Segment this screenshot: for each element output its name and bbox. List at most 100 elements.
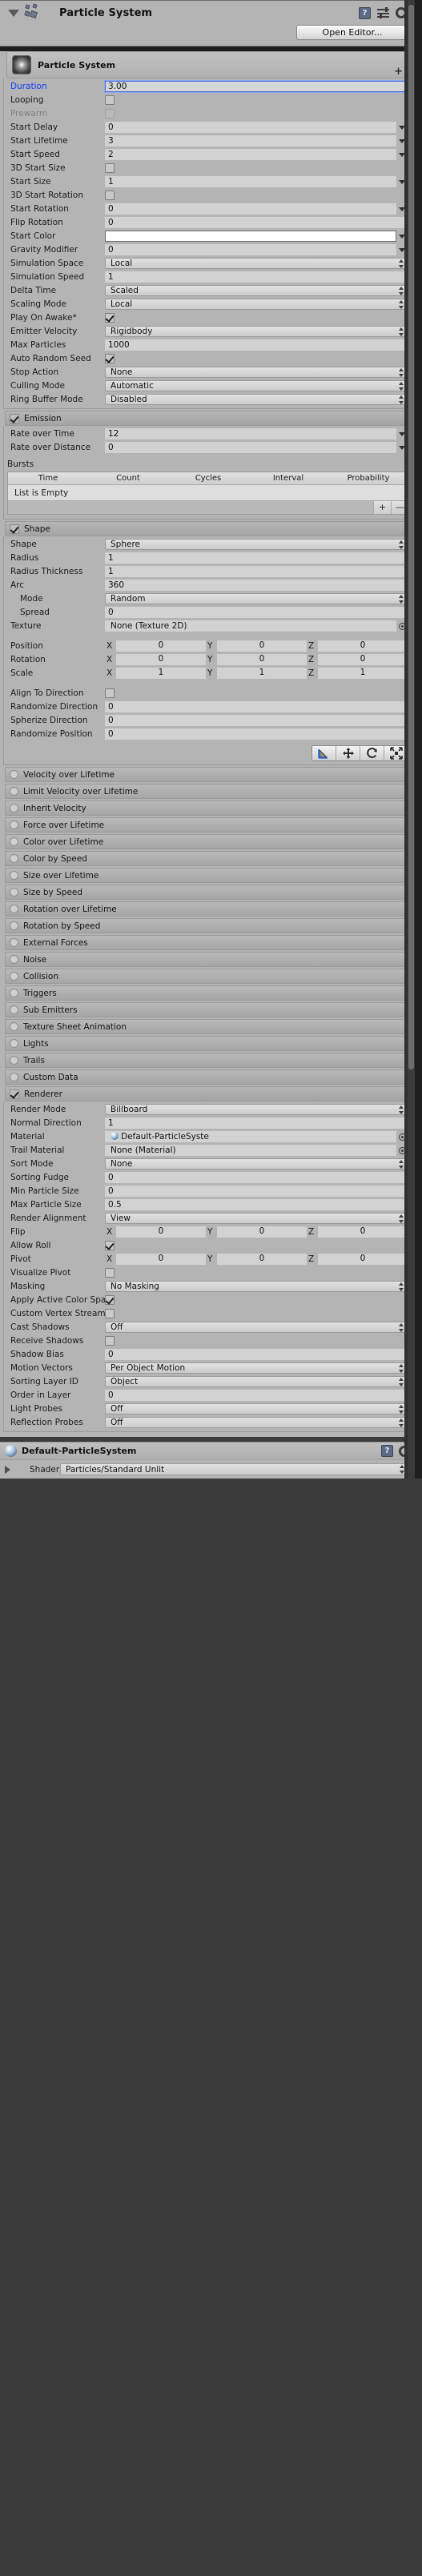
main-module-header[interactable]: Particle System +: [6, 51, 410, 78]
module-toggle-color-by-speed[interactable]: [10, 854, 18, 863]
shader-dropdown[interactable]: Particles/Standard Unlit: [60, 1463, 408, 1475]
checkbox-auto-random-seed[interactable]: [105, 354, 115, 363]
module-header-velocity-over-lifetime[interactable]: Velocity over Lifetime: [5, 767, 410, 782]
checkbox-looping[interactable]: [105, 95, 115, 105]
scrollbar-thumb[interactable]: [408, 5, 414, 1069]
module-toggle-rotation-by-speed[interactable]: [10, 921, 18, 930]
field-rate-over-distance[interactable]: 0: [105, 442, 396, 453]
gizmo-select-icon[interactable]: [312, 746, 336, 760]
vector-field-rotation-y[interactable]: 0: [217, 654, 307, 665]
module-toggle-texture-sheet-animation[interactable]: [10, 1022, 18, 1031]
vector-field-rotation-x[interactable]: 0: [116, 654, 206, 665]
module-header-sub-emitters[interactable]: Sub Emitters: [5, 1002, 410, 1017]
field-render-mode[interactable]: Billboard: [105, 1104, 408, 1115]
module-header-shape[interactable]: Shape: [5, 521, 410, 536]
field-spread[interactable]: 0: [105, 607, 408, 618]
checkbox-receive-shadows[interactable]: [105, 1336, 115, 1346]
module-header-size-over-lifetime[interactable]: Size over Lifetime: [5, 868, 410, 883]
renderer-enabled-checkbox[interactable]: [10, 1089, 19, 1099]
module-header-noise[interactable]: Noise: [5, 952, 410, 967]
field-max-particles[interactable]: 1000: [105, 339, 408, 351]
field-start-delay[interactable]: 0: [105, 122, 396, 133]
module-header-force-over-lifetime[interactable]: Force over Lifetime: [5, 817, 410, 833]
module-toggle-external-forces[interactable]: [10, 938, 18, 947]
field-trail-material[interactable]: None (Material): [105, 1145, 396, 1156]
module-toggle-sub-emitters[interactable]: [10, 1005, 18, 1014]
checkbox-3d-start-size[interactable]: [105, 163, 115, 173]
checkbox-3d-start-rotation[interactable]: [105, 191, 115, 200]
vector-field-flip-x[interactable]: 0: [116, 1226, 206, 1238]
field-simulation-speed[interactable]: 1: [105, 271, 408, 283]
field-flip-rotation[interactable]: 0: [105, 217, 408, 228]
module-toggle-trails[interactable]: [10, 1056, 18, 1065]
checkbox-visualize-pivot[interactable]: [105, 1268, 115, 1278]
shader-foldout-icon[interactable]: [5, 1465, 10, 1474]
module-header-custom-data[interactable]: Custom Data: [5, 1069, 410, 1085]
module-toggle-force-over-lifetime[interactable]: [10, 821, 18, 829]
module-toggle-size-by-speed[interactable]: [10, 888, 18, 897]
gizmo-rotate-icon[interactable]: [360, 746, 384, 760]
vector-field-rotation-z[interactable]: 0: [318, 654, 408, 665]
field-sort-mode[interactable]: None: [105, 1158, 408, 1170]
checkbox-allow-roll[interactable]: [105, 1241, 115, 1250]
checkbox-custom-vertex-streams[interactable]: [105, 1309, 115, 1318]
vertical-scrollbar[interactable]: [408, 0, 415, 1479]
module-toggle-inherit-velocity[interactable]: [10, 804, 18, 813]
material-header[interactable]: Default-ParticleSystem: [0, 1442, 415, 1459]
module-header-rotation-over-lifetime[interactable]: Rotation over Lifetime: [5, 901, 410, 917]
vector-field-scale-y[interactable]: 1: [217, 668, 307, 679]
vector-field-position-y[interactable]: 0: [217, 640, 307, 652]
module-toggle-limit-velocity-over-lifetime[interactable]: [10, 787, 18, 796]
field-sorting-fudge[interactable]: 0: [105, 1172, 408, 1183]
field-start-size[interactable]: 1: [105, 176, 396, 187]
field-reflection-probes[interactable]: Off: [105, 1417, 408, 1428]
field-ring-buffer-mode[interactable]: Disabled: [105, 394, 408, 405]
field-start-rotation[interactable]: 0: [105, 203, 396, 215]
module-header-emission[interactable]: Emission: [5, 411, 410, 426]
field-min-particle-size[interactable]: 0: [105, 1186, 408, 1197]
vector-field-scale-z[interactable]: 1: [318, 668, 408, 679]
module-toggle-size-over-lifetime[interactable]: [10, 871, 18, 880]
vector-field-pivot-z[interactable]: 0: [318, 1254, 408, 1265]
vector-field-position-z[interactable]: 0: [318, 640, 408, 652]
field-randomize-position[interactable]: 0: [105, 728, 408, 740]
bursts-add-button[interactable]: +: [373, 501, 391, 514]
field-light-probes[interactable]: Off: [105, 1403, 408, 1414]
field-randomize-direction[interactable]: 0: [105, 701, 408, 712]
module-toggle-lights[interactable]: [10, 1039, 18, 1048]
field-mode[interactable]: Random: [105, 593, 408, 604]
module-toggle-noise[interactable]: [10, 955, 18, 964]
field-rate-over-time[interactable]: 12: [105, 428, 396, 439]
field-normal-direction[interactable]: 1: [105, 1117, 408, 1129]
module-header-texture-sheet-animation[interactable]: Texture Sheet Animation: [5, 1019, 410, 1034]
module-header-rotation-by-speed[interactable]: Rotation by Speed: [5, 918, 410, 933]
vector-field-pivot-x[interactable]: 0: [116, 1254, 206, 1265]
help-book-icon[interactable]: [359, 6, 371, 19]
checkbox-apply-active-color-space[interactable]: [105, 1295, 115, 1305]
gizmo-move-icon[interactable]: [336, 746, 360, 760]
field-gravity-modifier[interactable]: 0: [105, 244, 396, 255]
help-book-icon[interactable]: [381, 1445, 393, 1457]
module-header-trails[interactable]: Trails: [5, 1053, 410, 1068]
field-shadow-bias[interactable]: 0: [105, 1349, 408, 1360]
field-shape[interactable]: Sphere: [105, 539, 408, 550]
field-texture[interactable]: None (Texture 2D): [105, 620, 396, 632]
module-header-triggers[interactable]: Triggers: [5, 985, 410, 1001]
vector-field-position-x[interactable]: 0: [116, 640, 206, 652]
module-header-color-over-lifetime[interactable]: Color over Lifetime: [5, 834, 410, 849]
add-module-button[interactable]: +: [394, 66, 403, 77]
field-render-alignment[interactable]: View: [105, 1213, 408, 1224]
shape-enabled-checkbox[interactable]: [10, 524, 19, 534]
field-spherize-direction[interactable]: 0: [105, 715, 408, 726]
emission-enabled-checkbox[interactable]: [10, 413, 19, 423]
checkbox-align-to-direction[interactable]: [105, 688, 115, 698]
field-start-speed[interactable]: 2: [105, 149, 396, 160]
field-masking[interactable]: No Masking: [105, 1281, 408, 1292]
module-header-external-forces[interactable]: External Forces: [5, 935, 410, 950]
field-max-particle-size[interactable]: 0.5: [105, 1199, 408, 1210]
field-cast-shadows[interactable]: Off: [105, 1322, 408, 1333]
module-toggle-velocity-over-lifetime[interactable]: [10, 770, 18, 779]
vector-field-flip-y[interactable]: 0: [217, 1226, 307, 1238]
field-culling-mode[interactable]: Automatic: [105, 380, 408, 391]
field-stop-action[interactable]: None: [105, 367, 408, 378]
